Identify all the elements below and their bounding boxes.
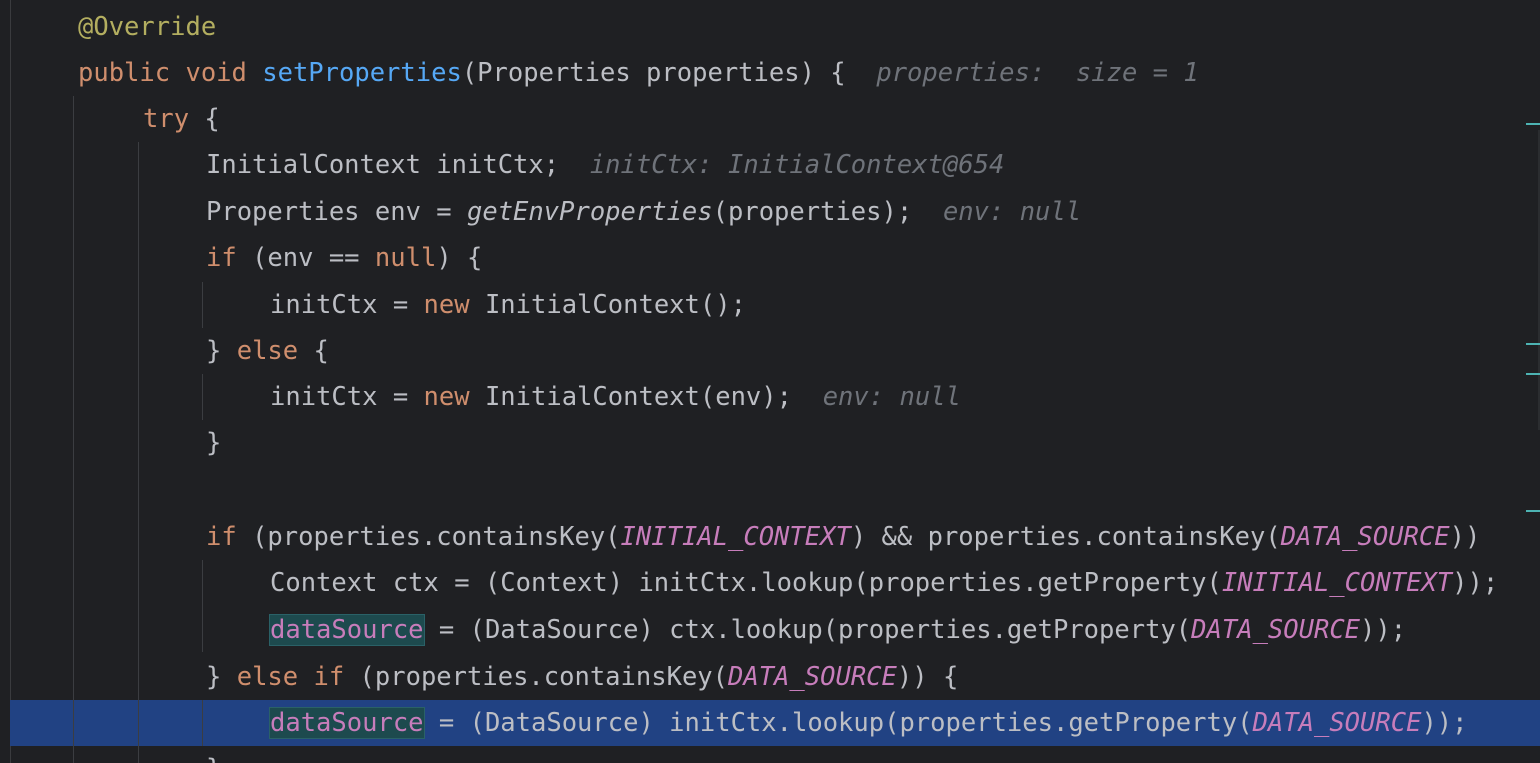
indent-guide [202,374,203,420]
code-token: )); [1421,708,1468,738]
code-token: )) [1449,522,1481,552]
code-token: if [206,522,237,552]
indent-guide [73,96,74,763]
gutter-border [10,0,11,763]
code-token: } [206,336,237,366]
code-line[interactable]: try { [143,96,220,142]
indent-guide [202,560,203,652]
code-line[interactable]: dataSource = (DataSource) ctx.lookup(pro… [269,607,1407,653]
code-token: initCtx = [270,382,424,412]
code-token: new [423,382,470,412]
code-line[interactable]: initCtx = new InitialContext(env); env: … [270,374,961,420]
code-token: = (DataSource) initCtx.lookup(properties… [423,708,1253,738]
code-token: ) && properties.containsKey( [850,522,1281,552]
code-token: InitialContext initCtx; [206,150,590,180]
inlay-hint: env: null [942,197,1082,227]
code-token: (env == [236,243,375,273]
code-token: @Override [78,12,217,42]
code-token: InitialContext(); [469,290,746,320]
code-line[interactable]: initCtx = new InitialContext(); [270,282,746,328]
code-token: { [189,104,220,134]
code-token: setProperties [262,58,462,88]
code-token: Properties env = [206,197,467,227]
change-marker[interactable] [1526,373,1540,375]
code-line[interactable]: } else { [206,328,329,374]
code-line[interactable]: InitialContext initCtx; initCtx: Initial… [206,142,1004,188]
code-token: INITIAL_CONTEXT [620,522,851,552]
code-token: if [206,243,237,273]
code-token: (properties.containsKey( [236,522,621,552]
code-token: DATA_SOURCE [1252,708,1422,738]
inlay-hint: properties: size = 1 [876,58,1199,88]
code-token: { [298,336,329,366]
code-token: initCtx = [270,290,424,320]
code-token: DATA_SOURCE [1280,522,1450,552]
change-marker[interactable] [1526,343,1540,345]
change-marker[interactable] [1526,123,1540,125]
indent-guide [202,282,203,328]
code-line[interactable]: } [206,746,221,763]
code-token: else if [236,662,345,692]
code-token: else [236,336,299,366]
code-line[interactable]: } [206,420,221,466]
code-line[interactable]: } else if (properties.containsKey(DATA_S… [206,654,958,700]
code-token: )); [1452,568,1499,598]
code-token: InitialContext(env); [469,382,823,412]
code-token: getEnvProperties [467,197,713,227]
code-token: (properties.containsKey( [344,662,728,692]
code-line[interactable]: if (properties.containsKey(INITIAL_CONTE… [206,514,1480,560]
code-token: )); [1360,615,1407,645]
code-token: } [206,428,222,458]
code-token: new [423,290,470,320]
code-token: public void [78,58,263,88]
indent-guide [202,700,203,746]
change-marker[interactable] [1526,510,1540,512]
code-token: = (DataSource) ctx.lookup(properties.get… [423,615,1192,645]
code-editor[interactable]: @Override public void setProperties(Prope… [0,0,1540,763]
code-line[interactable]: Context ctx = (Context) initCtx.lookup(p… [270,560,1498,606]
code-token: )) { [896,662,959,692]
code-token: } [206,754,221,763]
code-token: Context ctx = (Context) initCtx.lookup(p… [270,568,1222,598]
code-token: DATA_SOURCE [1191,615,1361,645]
code-token: (Properties properties) { [461,58,877,88]
code-line[interactable]: Properties env = getEnvProperties(proper… [206,189,1081,235]
code-token: null [374,243,437,273]
code-token: } [206,662,237,692]
execution-line[interactable]: dataSource = (DataSource) initCtx.lookup… [269,700,1468,746]
code-token: dataSource [269,614,425,646]
code-token: DATA_SOURCE [728,662,897,692]
indent-guide [138,142,139,763]
code-line[interactable]: public void setProperties(Properties pro… [78,50,1199,96]
code-token: dataSource [269,707,425,739]
code-line[interactable]: if (env == null) { [206,235,482,281]
code-line[interactable]: @Override [78,4,216,50]
inlay-hint: initCtx: InitialContext@654 [589,150,1005,180]
inlay-hint: env: null [822,382,961,412]
code-token: try [143,104,190,134]
code-token: (properties); [712,197,943,227]
code-token: ) { [436,243,483,273]
code-token: INITIAL_CONTEXT [1221,568,1453,598]
